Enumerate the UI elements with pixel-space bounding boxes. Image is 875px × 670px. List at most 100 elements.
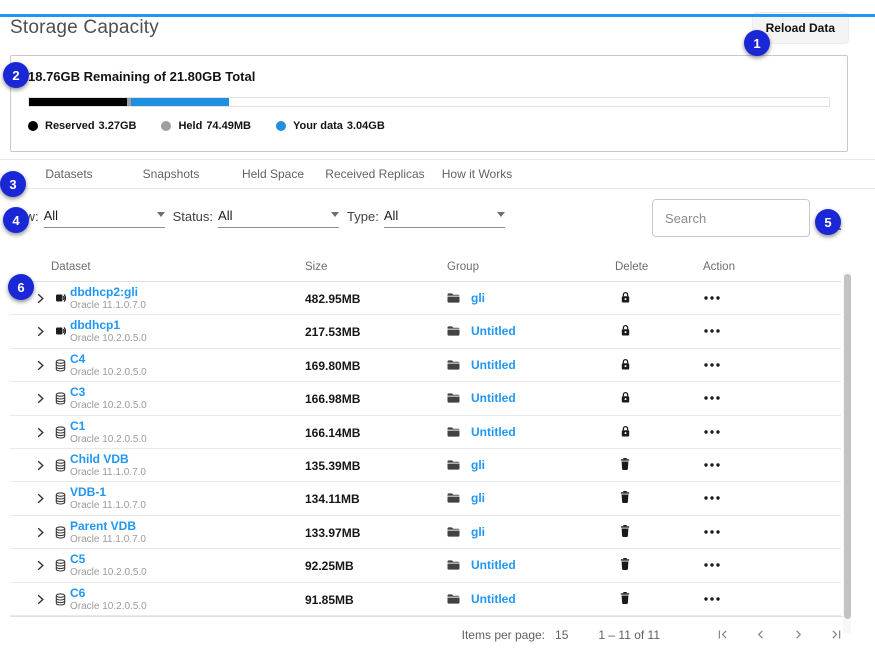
table-row[interactable]: C1 Oracle 10.2.0.5.0 166.14MB Untitled <box>10 416 841 449</box>
tab-held-space[interactable]: Held Space <box>222 160 324 188</box>
folder-icon <box>447 493 460 503</box>
group-link[interactable]: Untitled <box>471 324 516 338</box>
delete-button[interactable] <box>614 592 636 604</box>
trash-icon <box>620 558 630 570</box>
group-link[interactable]: Untitled <box>471 592 516 606</box>
previous-page-button[interactable] <box>753 627 768 642</box>
expand-chevron-icon[interactable] <box>36 493 45 504</box>
status-select[interactable]: All <box>218 208 339 228</box>
delete-button[interactable] <box>614 291 636 304</box>
expand-chevron-icon[interactable] <box>36 393 45 404</box>
row-actions-button[interactable] <box>704 296 720 300</box>
dsource-icon <box>55 292 68 304</box>
ellipsis-icon <box>704 430 720 434</box>
scrollbar-thumb[interactable] <box>844 274 851 619</box>
held-dot-icon <box>161 121 171 131</box>
dataset-name-link[interactable]: VDB-1 <box>70 485 146 500</box>
dsource-icon <box>55 325 68 337</box>
trash-icon <box>620 458 630 470</box>
delete-button[interactable] <box>614 425 636 438</box>
dataset-subtitle: Oracle 11.1.0.7.0 <box>70 534 146 546</box>
table-row[interactable]: C6 Oracle 10.2.0.5.0 91.85MB Untitled <box>10 583 841 616</box>
dataset-name-link[interactable]: dbdhcp1 <box>70 318 147 333</box>
delete-button[interactable] <box>614 358 636 371</box>
dataset-name-link[interactable]: dbdhcp2:gli <box>70 285 146 300</box>
expand-chevron-icon[interactable] <box>36 460 45 471</box>
vdb-icon <box>55 593 66 606</box>
dataset-name-link[interactable]: C3 <box>70 385 147 400</box>
row-actions-button[interactable] <box>704 396 720 400</box>
delete-button[interactable] <box>614 558 636 570</box>
expand-chevron-icon[interactable] <box>36 293 45 304</box>
group-link[interactable]: Untitled <box>471 391 516 405</box>
group-link[interactable]: Untitled <box>471 425 516 439</box>
expand-chevron-icon[interactable] <box>36 427 45 438</box>
expand-chevron-icon[interactable] <box>36 326 45 337</box>
group-link[interactable]: Untitled <box>471 358 516 372</box>
vdb-icon <box>55 392 66 405</box>
table-row[interactable]: C4 Oracle 10.2.0.5.0 169.80MB Untitled <box>10 349 841 382</box>
trash-icon <box>620 525 630 537</box>
row-actions-button[interactable] <box>704 430 720 434</box>
delete-button[interactable] <box>614 324 636 337</box>
row-actions-button[interactable] <box>704 597 720 601</box>
last-page-button[interactable] <box>829 627 844 642</box>
view-select[interactable]: All <box>44 208 165 228</box>
capacity-segment-reserved <box>29 98 127 106</box>
dataset-name-link[interactable]: C1 <box>70 419 147 434</box>
row-actions-button[interactable] <box>704 329 720 333</box>
capacity-bar <box>28 97 830 107</box>
table-row[interactable]: Parent VDB Oracle 11.1.0.7.0 133.97MB gl… <box>10 516 841 549</box>
dataset-name-link[interactable]: Child VDB <box>70 452 146 467</box>
folder-icon <box>447 393 460 403</box>
expand-chevron-icon[interactable] <box>36 360 45 371</box>
group-link[interactable]: gli <box>471 458 485 472</box>
ellipsis-icon <box>704 597 720 601</box>
group-link[interactable]: gli <box>471 291 485 305</box>
tab-snapshots[interactable]: Snapshots <box>120 160 222 188</box>
row-actions-button[interactable] <box>704 463 720 467</box>
top-accent-bar <box>0 14 875 17</box>
items-per-page-value[interactable]: 15 <box>555 628 568 642</box>
table-row[interactable]: VDB-1 Oracle 11.1.0.7.0 134.11MB gli <box>10 482 841 515</box>
tab-how-it-works[interactable]: How it Works <box>426 160 528 188</box>
datasets-table: Dataset Size Group Delete Action dbdhcp2… <box>10 255 841 616</box>
row-actions-button[interactable] <box>704 530 720 534</box>
type-select[interactable]: All <box>384 208 505 228</box>
search-input[interactable] <box>652 199 810 237</box>
lock-icon <box>620 358 631 371</box>
table-header: Dataset Size Group Delete Action <box>10 255 841 282</box>
delete-button[interactable] <box>614 391 636 404</box>
last-page-icon <box>829 627 844 642</box>
folder-icon <box>447 594 460 604</box>
dataset-name-link[interactable]: C6 <box>70 586 147 601</box>
col-group: Group <box>447 261 479 273</box>
first-page-button[interactable] <box>715 627 730 642</box>
row-actions-button[interactable] <box>704 363 720 367</box>
table-row[interactable]: Child VDB Oracle 11.1.0.7.0 135.39MB gli <box>10 449 841 482</box>
dataset-name-link[interactable]: C5 <box>70 552 147 567</box>
expand-chevron-icon[interactable] <box>36 527 45 538</box>
dataset-name-link[interactable]: Parent VDB <box>70 519 146 534</box>
dataset-name-link[interactable]: C4 <box>70 352 147 367</box>
tab-datasets[interactable]: Datasets <box>18 160 120 188</box>
table-row[interactable]: dbdhcp1 Oracle 10.2.0.5.0 217.53MB Untit… <box>10 315 841 348</box>
delete-button[interactable] <box>614 525 636 537</box>
expand-chevron-icon[interactable] <box>36 560 45 571</box>
table-row[interactable]: dbdhcp2:gli Oracle 11.1.0.7.0 482.95MB g… <box>10 282 841 315</box>
col-dataset: Dataset <box>51 261 91 273</box>
annotation-badge-4: 4 <box>3 207 29 233</box>
row-actions-button[interactable] <box>704 496 720 500</box>
table-row[interactable]: C5 Oracle 10.2.0.5.0 92.25MB Untitled <box>10 549 841 582</box>
tab-received-replicas[interactable]: Received Replicas <box>324 160 426 188</box>
dataset-size: 482.95MB <box>305 292 360 306</box>
expand-chevron-icon[interactable] <box>36 594 45 605</box>
delete-button[interactable] <box>614 458 636 470</box>
table-row[interactable]: C3 Oracle 10.2.0.5.0 166.98MB Untitled <box>10 382 841 415</box>
delete-button[interactable] <box>614 491 636 503</box>
group-link[interactable]: Untitled <box>471 558 516 572</box>
row-actions-button[interactable] <box>704 563 720 567</box>
group-link[interactable]: gli <box>471 491 485 505</box>
next-page-button[interactable] <box>791 627 806 642</box>
group-link[interactable]: gli <box>471 525 485 539</box>
